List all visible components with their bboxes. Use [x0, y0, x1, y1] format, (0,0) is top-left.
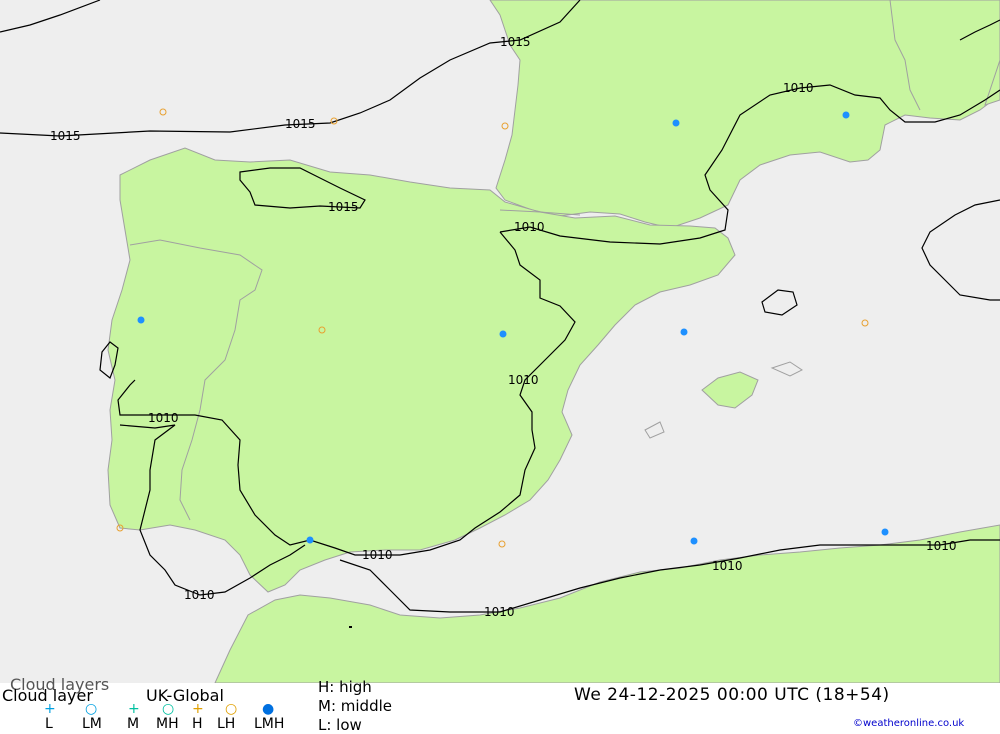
symbol-mh-icon: ○ — [162, 701, 175, 717]
isobar-label: 1010 — [184, 588, 215, 602]
symbol-lm-icon: ○ — [85, 701, 98, 717]
isobar-label: 1015 — [50, 129, 81, 143]
map-dot — [349, 626, 352, 628]
lmh-marker — [306, 536, 314, 544]
symbol-lmh-icon: ● — [262, 701, 275, 717]
lmh-marker — [672, 119, 680, 127]
isobar-label: 1010 — [926, 539, 957, 553]
isobar-label: 1010 — [514, 220, 545, 234]
legend-panel: Cloud layers Cloud layer UK-Global + ○ +… — [0, 675, 1000, 734]
key-high: H: high — [318, 678, 372, 696]
abbr-mh: MH — [156, 716, 179, 732]
isobar-label: 1010 — [148, 411, 179, 425]
forecast-datetime: We 24-12-2025 00:00 UTC (18+54) — [574, 685, 890, 705]
abbr-l: L — [45, 716, 53, 732]
lmh-marker — [137, 316, 145, 324]
isobar-label: 1015 — [285, 117, 316, 131]
lmh-marker — [690, 537, 698, 545]
credit-link[interactable]: ©weatheronline.co.uk — [853, 718, 964, 729]
lmh-marker — [499, 330, 507, 338]
key-middle: M: middle — [318, 697, 392, 715]
lmh-marker — [881, 528, 889, 536]
isobar-label: 1010 — [362, 548, 393, 562]
symbol-m-icon: + — [128, 701, 140, 717]
key-low: L: low — [318, 716, 362, 734]
abbr-lm: LM — [82, 716, 102, 732]
symbol-l-icon: + — [44, 701, 56, 717]
abbr-lmh: LMH — [254, 716, 285, 732]
abbr-m: M — [127, 716, 140, 732]
isobar-label: 1015 — [328, 200, 359, 214]
isobar-label: 1015 — [500, 35, 531, 49]
isobar-label: 1010 — [484, 605, 515, 619]
abbr-h: H — [192, 716, 203, 732]
symbol-lh-icon: ○ — [225, 701, 238, 717]
abbr-lh: LH — [217, 716, 236, 732]
lmh-marker — [842, 111, 850, 119]
model-name: UK-Global — [146, 686, 224, 705]
isobar-label: 1010 — [783, 81, 814, 95]
weather-map: 1015 1015 1015 1015 1010 1010 1010 1010 … — [0, 0, 1000, 683]
isobar-label: 1010 — [712, 559, 743, 573]
symbol-h-icon: + — [192, 701, 204, 717]
isobar-label: 1010 — [508, 373, 539, 387]
lmh-marker — [680, 328, 688, 336]
